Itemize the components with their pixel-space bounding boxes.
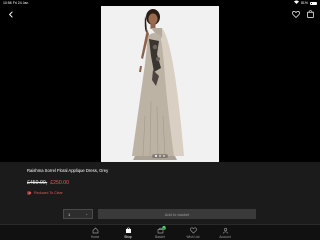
heart-icon bbox=[292, 10, 300, 18]
shopping-bag-icon bbox=[306, 10, 314, 18]
basket-badge: 0 bbox=[162, 226, 166, 230]
carousel-dot[interactable] bbox=[155, 155, 157, 157]
product-title: Raishma Sorrel Floral Applique Dress, Gr… bbox=[27, 168, 109, 173]
tag-icon bbox=[27, 191, 32, 195]
tab-label: Shop bbox=[124, 235, 132, 239]
tab-home[interactable]: Home bbox=[80, 226, 110, 240]
back-button[interactable] bbox=[6, 9, 16, 19]
quantity-select[interactable]: 1 ⌄ bbox=[63, 209, 93, 219]
account-icon bbox=[222, 227, 229, 234]
old-price: £450.00, bbox=[27, 180, 48, 186]
battery-icon bbox=[310, 1, 317, 5]
wishlist-button[interactable] bbox=[291, 9, 301, 19]
tab-bar: Home Shop 0 Basket Wish List Account bbox=[0, 224, 320, 240]
tab-label: Home bbox=[90, 235, 100, 239]
price-row: £450.00, £250.00 bbox=[27, 180, 69, 186]
chevron-left-icon bbox=[8, 10, 13, 18]
chevron-down-icon: ⌄ bbox=[85, 212, 88, 216]
product-image[interactable] bbox=[101, 6, 219, 162]
promo-label: Reduced To Clear bbox=[34, 191, 63, 195]
add-to-basket-button[interactable]: Add to basket bbox=[98, 209, 256, 219]
promo-badge: Reduced To Clear bbox=[27, 191, 63, 195]
heart-icon bbox=[189, 227, 197, 234]
quantity-value: 1 bbox=[68, 211, 71, 217]
bag-button[interactable] bbox=[305, 9, 315, 19]
tab-wish-list[interactable]: Wish List bbox=[178, 226, 208, 240]
home-icon bbox=[92, 227, 99, 234]
sale-price: £250.00 bbox=[50, 180, 69, 186]
carousel-indicator[interactable] bbox=[152, 154, 168, 158]
tab-label: Basket bbox=[155, 235, 165, 239]
carousel-dot[interactable] bbox=[163, 155, 165, 157]
tab-label: Wish List bbox=[186, 235, 200, 239]
tab-label: Account bbox=[219, 235, 231, 239]
tab-shop[interactable]: Shop bbox=[113, 226, 143, 240]
tab-account[interactable]: Account bbox=[210, 226, 240, 240]
product-photo bbox=[101, 6, 219, 162]
tab-basket[interactable]: 0 Basket bbox=[145, 226, 175, 240]
carousel-dot[interactable] bbox=[159, 155, 161, 157]
shop-icon bbox=[125, 227, 132, 234]
